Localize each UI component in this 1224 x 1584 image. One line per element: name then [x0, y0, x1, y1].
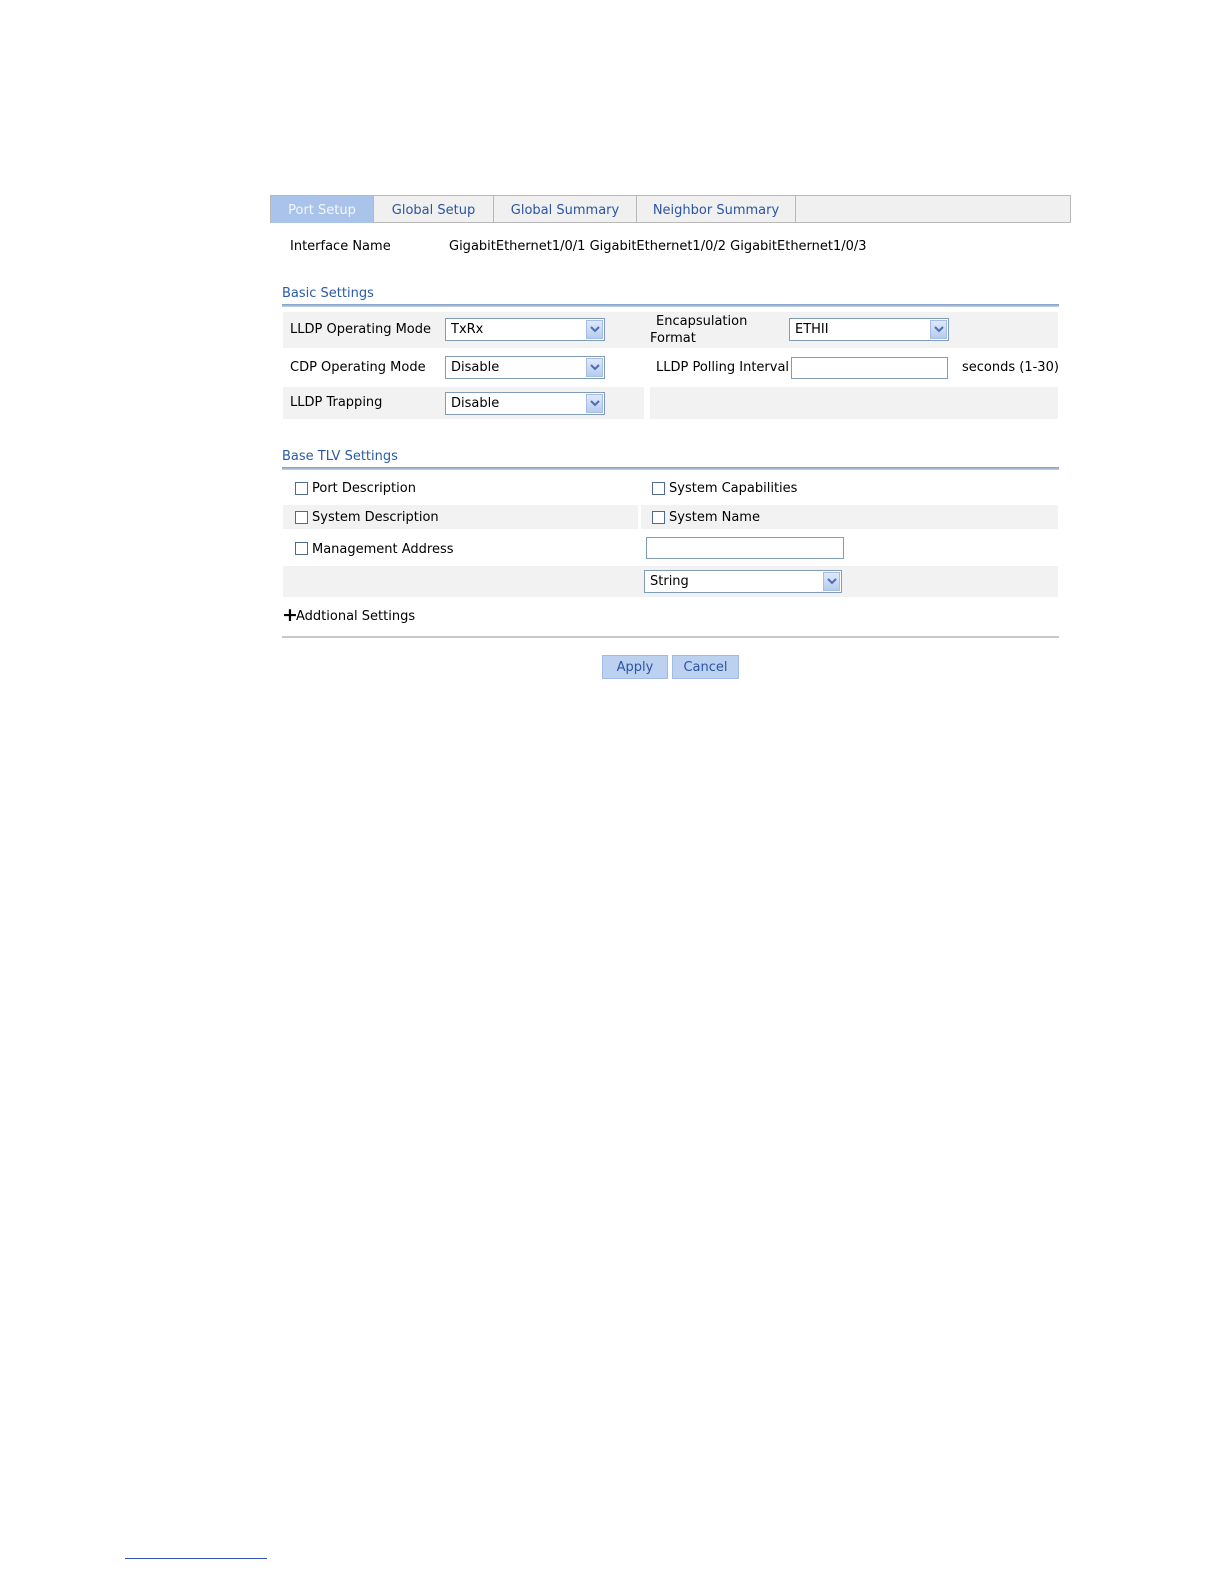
management-address-checkbox[interactable]: [295, 542, 308, 555]
chevron-down-icon[interactable]: [586, 358, 603, 377]
tab-port-setup[interactable]: Port Setup: [271, 196, 374, 223]
interface-name-label: Interface Name: [290, 239, 391, 254]
footnote-separator: [125, 1558, 267, 1559]
lldp-operating-mode-label: LLDP Operating Mode: [290, 322, 432, 337]
lldp-polling-interval-unit: seconds (1-30): [962, 360, 1059, 375]
cdp-operating-mode-select[interactable]: Disable: [445, 356, 605, 379]
form-bottom-divider: [282, 636, 1059, 638]
tab-global-setup[interactable]: Global Setup: [374, 196, 494, 223]
encapsulation-format-label-line1: Encapsulation: [656, 314, 748, 329]
lldp-trapping-value: Disable: [451, 396, 500, 411]
basic-settings-row-3-right: [650, 387, 1058, 419]
management-address-input[interactable]: [646, 537, 844, 559]
tab-bar: Port Setup Global Setup Global Summary N…: [270, 195, 1071, 223]
tab-global-summary[interactable]: Global Summary: [494, 196, 637, 223]
system-description-checkbox[interactable]: [295, 511, 308, 524]
system-description-label: System Description: [312, 510, 439, 525]
cdp-operating-mode-value: Disable: [451, 360, 500, 375]
system-name-checkbox[interactable]: [652, 511, 665, 524]
management-address-label: Management Address: [312, 542, 454, 557]
lldp-polling-interval-input[interactable]: [791, 357, 948, 379]
lldp-trapping-select[interactable]: Disable: [445, 392, 605, 415]
base-tlv-settings-title: Base TLV Settings: [282, 449, 398, 464]
apply-button[interactable]: Apply: [602, 655, 668, 679]
basic-settings-divider: [282, 304, 1059, 307]
system-capabilities-label: System Capabilities: [669, 481, 798, 496]
encapsulation-format-value: ETHII: [795, 322, 829, 337]
base-tlv-settings-divider: [282, 467, 1059, 470]
lldp-operating-mode-value: TxRx: [451, 322, 484, 337]
lldp-operating-mode-select[interactable]: TxRx: [445, 318, 605, 341]
basic-settings-title: Basic Settings: [282, 286, 374, 301]
management-address-format-value: String: [650, 574, 689, 589]
lldp-trapping-label: LLDP Trapping: [290, 395, 383, 410]
additional-settings-toggle[interactable]: Addtional Settings: [296, 609, 415, 624]
encapsulation-format-select[interactable]: ETHII: [789, 318, 949, 341]
management-address-format-select[interactable]: String: [644, 570, 842, 593]
chevron-down-icon[interactable]: [586, 394, 603, 413]
port-description-checkbox[interactable]: [295, 482, 308, 495]
interface-name-value: GigabitEthernet1/0/1 GigabitEthernet1/0/…: [449, 239, 867, 254]
system-capabilities-checkbox[interactable]: [652, 482, 665, 495]
system-name-label: System Name: [669, 510, 760, 525]
port-description-label: Port Description: [312, 481, 416, 496]
lldp-polling-interval-label: LLDP Polling Interval: [656, 360, 790, 375]
chevron-down-icon[interactable]: [930, 320, 947, 339]
encapsulation-format-label-line2: Format: [650, 331, 696, 346]
chevron-down-icon[interactable]: [823, 572, 840, 591]
cdp-operating-mode-label: CDP Operating Mode: [290, 360, 426, 375]
cancel-button[interactable]: Cancel: [672, 655, 739, 679]
chevron-down-icon[interactable]: [586, 320, 603, 339]
tab-neighbor-summary[interactable]: Neighbor Summary: [637, 196, 796, 223]
